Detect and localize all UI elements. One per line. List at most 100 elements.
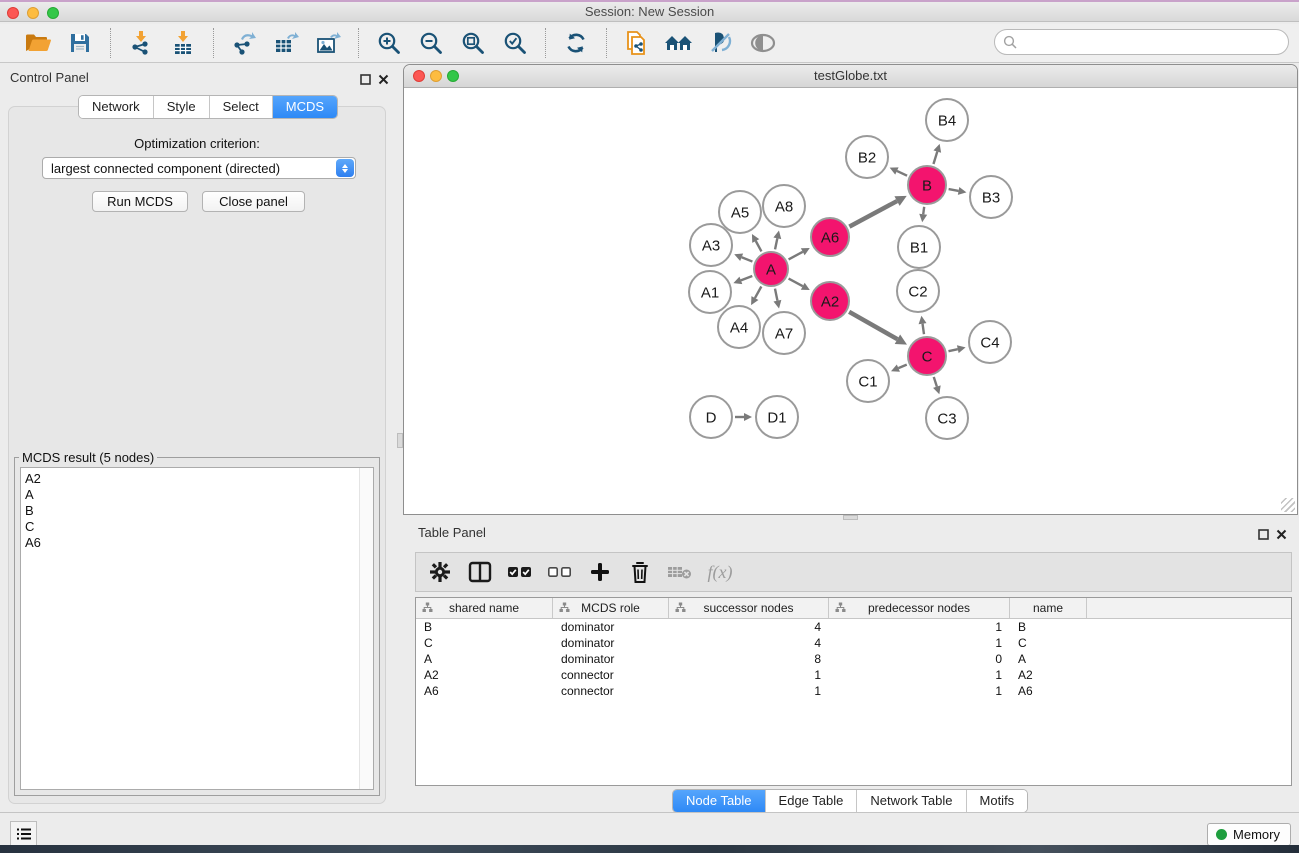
result-item[interactable]: A6	[25, 535, 373, 551]
run-mcds-button[interactable]: Run MCDS	[92, 191, 188, 212]
tab-mcds[interactable]: MCDS	[272, 96, 337, 118]
result-item[interactable]: C	[25, 519, 373, 535]
show-graphics-icon[interactable]	[747, 28, 779, 58]
edge-A-A5[interactable]	[756, 241, 762, 251]
tab-network[interactable]: Network	[79, 96, 153, 118]
task-history-button[interactable]	[10, 821, 37, 847]
table-cell[interactable]: connector	[553, 667, 669, 683]
column-header-predecessor-nodes[interactable]: predecessor nodes	[829, 598, 1010, 618]
edge-A-A8[interactable]	[775, 238, 777, 249]
zoom-out-icon[interactable]	[415, 28, 447, 58]
table-row[interactable]: A2connector11A2	[416, 667, 1291, 683]
edge-C-C1[interactable]	[898, 365, 906, 369]
maximize-window-icon[interactable]	[47, 7, 59, 19]
table-cell[interactable]: 4	[669, 635, 829, 651]
close-window-icon[interactable]	[7, 7, 19, 19]
table-cell[interactable]: 1	[669, 667, 829, 683]
tab-network-table[interactable]: Network Table	[856, 790, 965, 812]
edge-C-C4[interactable]	[948, 349, 957, 351]
resize-grip-icon[interactable]	[1281, 498, 1295, 512]
save-session-icon[interactable]	[64, 28, 96, 58]
tab-node-table[interactable]: Node Table	[673, 790, 765, 812]
column-header-shared-name[interactable]: shared name	[416, 598, 553, 618]
edge-B-B2[interactable]	[897, 171, 907, 176]
result-item[interactable]: B	[25, 503, 373, 519]
table-cell[interactable]: connector	[553, 683, 669, 699]
table-cell[interactable]: dominator	[553, 651, 669, 667]
close-panel-button[interactable]: Close panel	[202, 191, 305, 212]
table-cell[interactable]: 0	[829, 651, 1010, 667]
memory-button[interactable]: Memory	[1207, 823, 1291, 846]
table-cell[interactable]: A6	[416, 683, 553, 699]
add-column-icon[interactable]	[586, 557, 614, 587]
table-cell[interactable]: C	[416, 635, 553, 651]
network-maximize-icon[interactable]	[447, 70, 459, 82]
home-networks-icon[interactable]	[663, 28, 695, 58]
import-table-icon[interactable]	[167, 28, 199, 58]
unselect-all-icon[interactable]	[546, 557, 574, 587]
network-minimize-icon[interactable]	[430, 70, 442, 82]
zoom-in-icon[interactable]	[373, 28, 405, 58]
network-window-titlebar[interactable]: testGlobe.txt	[404, 65, 1297, 88]
edge-A-A1[interactable]	[741, 276, 752, 280]
table-cell[interactable]: 1	[829, 683, 1010, 699]
table-row[interactable]: Bdominator41B	[416, 619, 1291, 635]
select-all-icon[interactable]	[506, 557, 534, 587]
export-image-icon[interactable]	[312, 28, 344, 58]
mcds-result-list[interactable]: A2ABCA6	[20, 467, 374, 790]
column-header-MCDS-role[interactable]: MCDS role	[553, 598, 669, 618]
table-cell[interactable]: A	[416, 651, 553, 667]
toggle-annotations-icon[interactable]	[705, 28, 737, 58]
table-cell[interactable]: 1	[829, 667, 1010, 683]
minimize-window-icon[interactable]	[27, 7, 39, 19]
horizontal-splitter-handle[interactable]	[843, 515, 858, 520]
import-network-icon[interactable]	[125, 28, 157, 58]
float-panel-icon[interactable]	[360, 72, 371, 90]
close-table-panel-icon[interactable]	[1276, 527, 1287, 545]
edge-A6-B[interactable]	[849, 201, 897, 227]
edge-A-A7[interactable]	[775, 289, 777, 301]
criterion-dropdown[interactable]: largest connected component (directed)	[42, 157, 356, 179]
table-cell[interactable]: dominator	[553, 619, 669, 635]
search-field[interactable]	[994, 29, 1289, 55]
open-file-icon[interactable]	[22, 28, 54, 58]
table-cell[interactable]: B	[416, 619, 553, 635]
network-close-icon[interactable]	[413, 70, 425, 82]
table-cell[interactable]: A2	[1010, 667, 1087, 683]
table-cell[interactable]: 1	[669, 683, 829, 699]
table-cell[interactable]: A2	[416, 667, 553, 683]
refresh-icon[interactable]	[560, 28, 592, 58]
edge-A-A6[interactable]	[789, 252, 803, 260]
table-row[interactable]: Adominator80A	[416, 651, 1291, 667]
edge-A-A2[interactable]	[789, 279, 803, 287]
column-header-successor-nodes[interactable]: successor nodes	[669, 598, 829, 618]
tab-motifs[interactable]: Motifs	[966, 790, 1028, 812]
edge-A2-C[interactable]	[849, 312, 897, 339]
network-canvas[interactable]: B4B2BB3A5A8A6A3B1AC2A1A2A4A7CC1C4C3DD1	[404, 88, 1297, 514]
table-cell[interactable]: 8	[669, 651, 829, 667]
split-columns-icon[interactable]	[466, 557, 494, 587]
edge-C-C2[interactable]	[923, 324, 924, 335]
zoom-selected-icon[interactable]	[499, 28, 531, 58]
delete-column-icon[interactable]	[626, 557, 654, 587]
column-header-name[interactable]: name	[1010, 598, 1087, 618]
table-row[interactable]: Cdominator41C	[416, 635, 1291, 651]
tab-edge-table[interactable]: Edge Table	[765, 790, 857, 812]
zoom-fit-icon[interactable]	[457, 28, 489, 58]
edge-B-B4[interactable]	[933, 152, 937, 164]
edge-B-B1[interactable]	[923, 207, 924, 214]
result-scrollbar[interactable]	[359, 468, 373, 789]
table-cell[interactable]: 4	[669, 619, 829, 635]
table-cell[interactable]: 1	[829, 619, 1010, 635]
edge-A-A4[interactable]	[755, 287, 761, 299]
export-table-icon[interactable]	[270, 28, 302, 58]
tab-select[interactable]: Select	[209, 96, 272, 118]
table-cell[interactable]: A6	[1010, 683, 1087, 699]
edge-A-A3[interactable]	[742, 257, 753, 261]
table-cell[interactable]: B	[1010, 619, 1087, 635]
edge-B-B3[interactable]	[949, 189, 959, 191]
table-row[interactable]: A6connector11A6	[416, 683, 1291, 699]
table-cell[interactable]: 1	[829, 635, 1010, 651]
result-item[interactable]: A2	[25, 471, 373, 487]
duplicate-network-icon[interactable]	[621, 28, 653, 58]
